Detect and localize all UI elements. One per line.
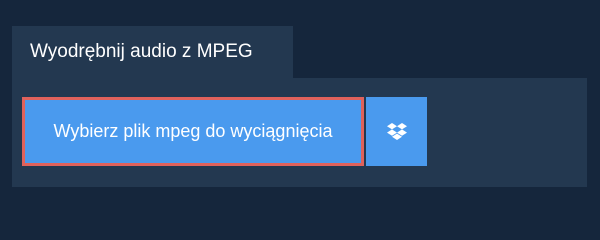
choose-file-label: Wybierz plik mpeg do wyciągnięcia (53, 121, 333, 141)
dropbox-button[interactable] (366, 97, 427, 166)
tab-label: Wyodrębnij audio z MPEG (30, 41, 253, 62)
choose-file-button[interactable]: Wybierz plik mpeg do wyciągnięcia (22, 97, 364, 166)
dropbox-icon (386, 122, 407, 141)
tab-extract-audio-mpeg[interactable]: Wyodrębnij audio z MPEG (12, 26, 293, 78)
